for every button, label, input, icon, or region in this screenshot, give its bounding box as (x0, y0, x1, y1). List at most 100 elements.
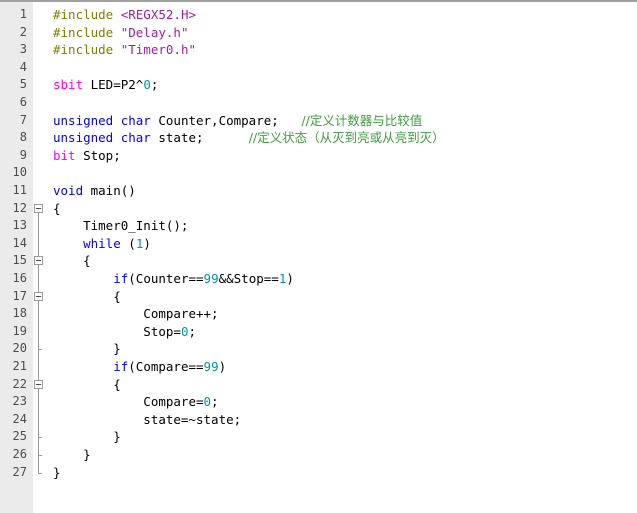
code-line[interactable]: 26 } (0, 446, 637, 464)
code-line[interactable]: 20 } (0, 340, 637, 358)
code-token: ; (188, 323, 196, 339)
code-line[interactable]: 24 state=~state; (0, 411, 637, 429)
code-line[interactable]: 19 Stop=0; (0, 323, 637, 341)
line-number: 6 (19, 95, 27, 109)
line-number: 9 (19, 147, 27, 162)
code-token: } (53, 429, 121, 445)
code-token: ; (150, 77, 159, 93)
code-line[interactable]: 5 sbit LED=P2^0; (0, 76, 637, 94)
code-line[interactable]: 23 Compare=0; (0, 393, 637, 411)
line-number: 12 (12, 200, 27, 215)
code-line[interactable]: 1 #include <REGX52.H> (0, 6, 637, 24)
code-token: Counter,Compare; (150, 112, 302, 128)
code-token: } (53, 464, 61, 480)
code-editor[interactable]: 1 #include <REGX52.H> 2 #include "Delay.h" 3… (0, 0, 637, 513)
line-number: 16 (12, 271, 27, 285)
code-line[interactable]: 16 if(Counter==99&&Stop==1) (0, 270, 637, 288)
code-text: } (53, 446, 91, 464)
line-number: 18 (12, 306, 27, 321)
code-token: bit (53, 147, 76, 163)
code-token: unsigned char (53, 112, 151, 128)
line-number: 27 (12, 464, 27, 479)
line-number: 4 (19, 59, 27, 74)
code-line[interactable]: 6 (0, 94, 637, 112)
code-line[interactable]: 22 { (0, 376, 637, 394)
code-token: LED=P2^ (83, 77, 144, 93)
line-number: 23 (12, 394, 27, 409)
code-token: <REGX52.H> (120, 7, 196, 22)
code-token: { (53, 253, 91, 269)
code-token: ) (218, 359, 227, 374)
code-token: unsigned char (53, 130, 151, 146)
code-line[interactable]: 18 Compare++; (0, 305, 637, 323)
code-token: { (53, 200, 61, 216)
code-line[interactable]: 21 if(Compare==99) (0, 358, 637, 376)
code-line[interactable]: 25 } (0, 428, 637, 446)
code-line[interactable]: 8 unsigned char state; //定义状态（从灭到亮或从亮到灭） (0, 129, 637, 147)
code-line[interactable]: 17 { (0, 288, 637, 306)
line-number: 17 (12, 288, 27, 303)
code-token: Timer0_Init(); (53, 218, 189, 234)
code-text: unsigned char state; //定义状态（从灭到亮或从亮到灭） (53, 129, 445, 147)
code-token: 99 (203, 359, 219, 374)
code-text: #include "Delay.h" (53, 24, 188, 42)
code-text: } (53, 464, 61, 482)
code-line[interactable]: 7 unsigned char Counter,Compare; //定义计数器与… (0, 112, 637, 130)
line-number: 7 (19, 112, 27, 127)
code-text: bit Stop; (53, 147, 121, 165)
code-line[interactable]: 14 while (1) (0, 235, 637, 253)
code-token: "Delay.h" (120, 24, 189, 40)
line-number: 22 (12, 376, 27, 391)
code-token: if (113, 359, 129, 374)
line-number: 5 (19, 77, 27, 92)
code-text: sbit LED=P2^0; (53, 76, 158, 94)
code-token: #include (53, 42, 121, 58)
code-token: main() (83, 183, 136, 198)
code-text: if(Counter==99&&Stop==1) (53, 270, 294, 288)
line-number: 26 (12, 447, 27, 461)
code-text: Compare++; (53, 305, 218, 323)
line-number: 13 (12, 218, 27, 233)
line-number: 10 (12, 165, 27, 180)
code-line[interactable]: 3 #include "Timer0.h" (0, 41, 637, 59)
code-token: Stop= (53, 323, 181, 339)
code-lines-container[interactable]: 1 #include <REGX52.H> 2 #include "Delay.h" 3… (0, 2, 637, 513)
code-line[interactable]: 13 Timer0_Init(); (0, 217, 637, 235)
code-text: if(Compare==99) (53, 358, 226, 376)
code-token: } (53, 447, 91, 462)
code-token: 99 (203, 271, 219, 286)
code-token: while (83, 235, 121, 251)
code-text: } (53, 340, 121, 358)
code-line[interactable]: 11 void main() (0, 182, 637, 200)
code-token: #include (53, 7, 121, 22)
code-token: if (113, 271, 129, 286)
code-line[interactable]: 15 { (0, 252, 637, 270)
code-text: Stop=0; (53, 323, 196, 341)
code-text: void main() (53, 182, 136, 200)
line-number: 11 (12, 183, 27, 197)
code-text: #include "Timer0.h" (53, 41, 196, 59)
code-token: sbit (53, 77, 84, 93)
code-token: { (53, 288, 121, 304)
code-line[interactable]: 27} (0, 464, 637, 482)
code-token: state; (150, 130, 249, 146)
line-number: 3 (19, 42, 27, 57)
code-text: { (53, 200, 61, 218)
code-line[interactable]: 12 { (0, 200, 637, 218)
code-line[interactable]: 9 bit Stop; (0, 147, 637, 165)
line-number: 14 (12, 235, 27, 250)
code-text: } (53, 428, 121, 446)
code-token: ; (211, 394, 219, 410)
code-token: Compare= (53, 394, 204, 410)
code-line[interactable]: 10 (0, 164, 637, 182)
code-text: while (1) (53, 235, 151, 253)
code-text: { (53, 376, 121, 394)
code-token: 0 (203, 394, 212, 410)
code-text: Timer0_Init(); (53, 217, 188, 235)
code-token: ) (143, 235, 151, 251)
code-line[interactable]: 2 #include "Delay.h" (0, 24, 637, 42)
code-line[interactable]: 4 (0, 59, 637, 77)
code-token: } (53, 341, 121, 357)
